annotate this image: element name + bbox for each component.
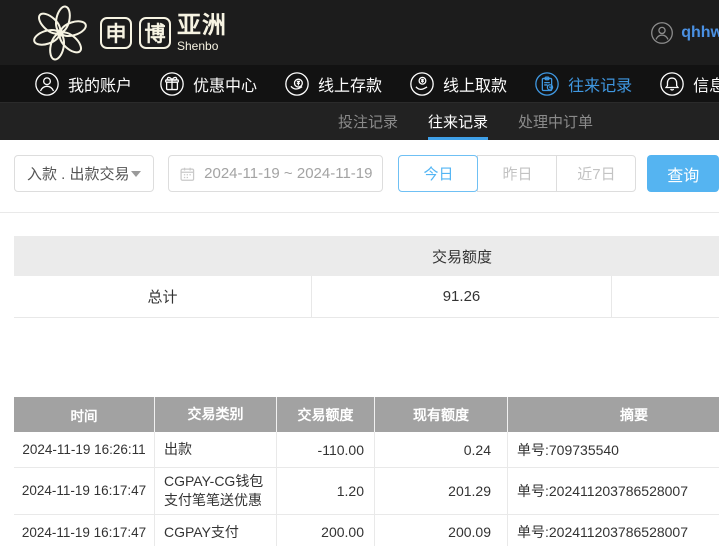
cell-memo: 单号:202411203786528007 (517, 482, 689, 499)
transaction-type-select[interactable]: 入款 . 出款交易 (14, 155, 155, 192)
summary-total-row: 总计 91.26 (14, 276, 719, 318)
cell-type: 出款 (155, 432, 277, 467)
cell-memo: 单号:202411203786528007 (517, 524, 689, 541)
quick-today-button[interactable]: 今日 (398, 155, 479, 192)
date-range-value: 2024-11-19 ~ 2024-11-19 (204, 165, 373, 182)
column-header-type: 交易类别 (155, 397, 277, 432)
user-area[interactable]: qhhw (650, 0, 719, 65)
tab-pending-orders[interactable]: 处理中订单 (518, 103, 593, 140)
transactions-table: 时间 交易类别 交易额度 现有额度 摘要 2024-11-19 16:26:11… (14, 397, 719, 546)
top-header: 申 博 亚洲 Shenbo qhhw (0, 0, 719, 65)
date-range-input[interactable]: 2024-11-19 ~ 2024-11-19 (168, 155, 384, 192)
records-icon (535, 71, 559, 96)
nav-label: 往来记录 (568, 77, 633, 95)
quick-date-buttons: 今日 昨日 近7日 (398, 155, 637, 192)
user-avatar-icon (651, 21, 674, 44)
nav-item-deposit[interactable]: 线上存款 (284, 71, 382, 97)
nav-item-withdraw[interactable]: 线上取款 (409, 71, 507, 97)
brand-region-cn: 亚洲 (177, 11, 227, 39)
transaction-type-value: 入款 . 出款交易 (27, 166, 130, 183)
nav-label: 优惠中心 (193, 77, 258, 95)
nav-item-my-account[interactable]: 我的账户 (34, 71, 132, 97)
nav-label: 信息 (693, 77, 719, 95)
cell-time: 2024-11-19 16:17:47 (14, 468, 155, 514)
summary-empty-cell (612, 276, 719, 317)
gift-icon (160, 71, 184, 96)
bell-icon (660, 71, 684, 96)
brand-region-en: Shenbo (177, 38, 219, 53)
cell-balance: 200.09 (375, 514, 508, 546)
column-header-memo: 摘要 (620, 406, 648, 423)
brand-char-1: 申 (100, 16, 132, 49)
cell-time: 2024-11-19 16:17:47 (14, 514, 155, 546)
withdraw-icon (410, 71, 434, 96)
summary-header-row: 交易额度 (14, 236, 719, 276)
search-button[interactable]: 查询 (647, 155, 719, 192)
sub-nav: 投注记录 往来记录 处理中订单 (0, 103, 719, 140)
brand-char-2: 博 (139, 16, 171, 49)
deposit-icon (285, 71, 309, 96)
nav-item-promotions[interactable]: 优惠中心 (159, 71, 257, 97)
nav-item-transaction-records[interactable]: 往来记录 (534, 71, 632, 97)
column-header-amount: 交易额度 (277, 397, 375, 432)
table-row: 2024-11-19 16:17:47 CGPAY-CG钱包支付笔笔送优惠 1.… (14, 468, 719, 515)
summary-total-label: 总计 (14, 276, 312, 317)
user-icon (35, 71, 59, 96)
cell-amount: -110.00 (277, 432, 375, 467)
nav-label: 线上取款 (443, 77, 508, 95)
summary-table: 交易额度 总计 91.26 (14, 236, 719, 318)
calendar-icon (180, 167, 195, 181)
chevron-down-icon (131, 170, 142, 177)
cell-balance: 0.24 (375, 432, 508, 467)
section-divider (0, 212, 719, 213)
nav-label: 我的账户 (68, 77, 133, 95)
summary-header-title: 交易额度 (431, 248, 492, 266)
brand-region: 亚洲 Shenbo (177, 11, 227, 53)
table-row: 2024-11-19 16:17:47 CGPAY支付 200.00 200.0… (14, 514, 719, 546)
column-header-time: 时间 (14, 397, 155, 432)
quick-yesterday-button[interactable]: 昨日 (477, 155, 558, 192)
cell-amount: 1.20 (277, 468, 375, 514)
cell-time: 2024-11-19 16:26:11 (14, 432, 155, 467)
nav-item-messages[interactable]: 信息 (659, 71, 719, 97)
filter-row: 入款 . 出款交易 2024-11-19 ~ 2024-11-19 今日 昨日 … (14, 155, 719, 192)
username[interactable]: qhhw (681, 24, 719, 42)
table-row: 2024-11-19 16:26:11 出款 -110.00 0.24 单号:7… (14, 432, 719, 468)
cell-type: CGPAY-CG钱包支付笔笔送优惠 (155, 468, 277, 514)
summary-total-value: 91.26 (312, 276, 612, 317)
column-header-balance: 现有额度 (375, 397, 508, 432)
main-nav: 我的账户 优惠中心 线上存款 线上取款 往来记录 信息 (0, 65, 719, 103)
cell-balance: 201.29 (375, 468, 508, 514)
quick-last7days-button[interactable]: 近7日 (556, 155, 637, 192)
cell-type: CGPAY支付 (155, 514, 277, 546)
cell-amount: 200.00 (277, 514, 375, 546)
tab-transaction-records[interactable]: 往来记录 (428, 103, 489, 140)
nav-label: 线上存款 (318, 77, 383, 95)
brand-flower-icon (24, 2, 96, 64)
table-header-row: 时间 交易类别 交易额度 现有额度 摘要 (14, 397, 719, 432)
brand-logo[interactable]: 申 博 (100, 16, 171, 49)
cell-memo: 单号:709735540 (517, 441, 619, 458)
tab-betting-records[interactable]: 投注记录 (338, 103, 398, 140)
